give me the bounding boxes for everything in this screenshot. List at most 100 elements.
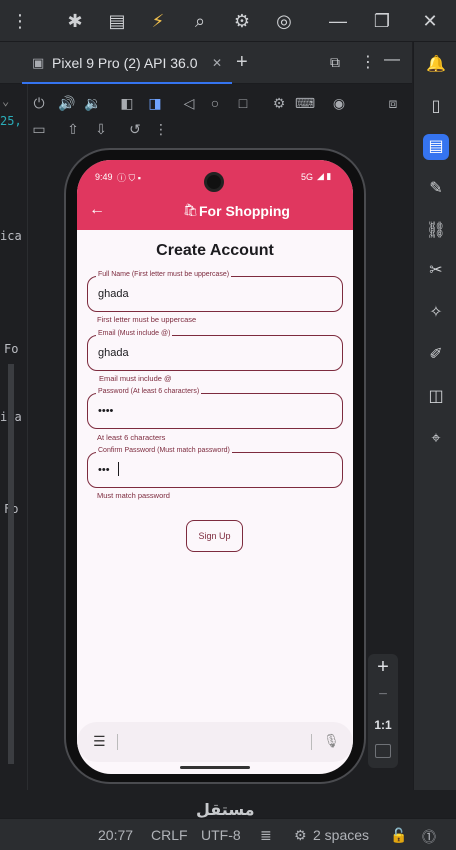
device-icon: ▣ — [32, 55, 45, 70]
zoom-out-button[interactable]: − — [368, 686, 398, 704]
keyboard-menu-icon[interactable]: ☰ — [93, 733, 106, 750]
notifications-icon[interactable]: 🔔 — [423, 52, 449, 78]
overview-icon[interactable]: □ — [232, 92, 254, 114]
mic-icon[interactable]: 🎙 — [323, 733, 340, 749]
zoom-controls: + − 1:1 — [368, 654, 398, 768]
upload-icon[interactable]: ⇧ — [62, 118, 84, 140]
back-arrow-icon[interactable]: ← — [89, 201, 105, 219]
indent-icon: ⚙ — [294, 827, 307, 843]
puzzle-icon[interactable]: ✧ — [423, 300, 449, 326]
battery-icon: ◢ ▮ — [317, 171, 332, 181]
fit-screen-icon[interactable] — [375, 744, 391, 758]
hide-panel-icon[interactable]: — — [384, 51, 400, 69]
device-settings-icon[interactable]: ⚙ — [268, 92, 290, 114]
lock-icon[interactable]: 🔓 — [390, 827, 407, 844]
zoom-in-button[interactable]: + — [368, 656, 398, 679]
lightning-icon[interactable]: ⚡ — [146, 9, 170, 33]
record-icon[interactable]: ▭ — [28, 118, 50, 140]
sign-up-button[interactable]: Sign Up — [186, 520, 243, 552]
tools-icon[interactable]: ✂ — [423, 258, 449, 284]
text-cursor — [118, 462, 119, 476]
more-options-icon[interactable]: ⋮ — [150, 118, 172, 140]
ide-title-bar: ⋮ ✱ ▤ ⚡ ⌕ ⚙ ◎ — ❐ ✕ — [0, 0, 456, 42]
home-indicator[interactable] — [180, 766, 250, 769]
page-title: Create Account — [156, 242, 274, 259]
back-icon[interactable]: ◁ — [178, 92, 200, 114]
device-manager-icon[interactable]: ▯ — [423, 94, 449, 120]
field-label: Password (At least 6 characters) — [96, 388, 202, 395]
tab-device[interactable]: ▣ Pixel 9 Pro (2) API 36.0 ✕ — [22, 42, 232, 84]
volume-down-icon[interactable]: 🔉 — [82, 92, 104, 114]
links-icon[interactable]: ⛓ — [423, 218, 449, 244]
layout-inspector-icon[interactable]: ⌖ — [423, 426, 449, 452]
format-icon[interactable]: ≣ — [260, 827, 272, 844]
file-edit-icon[interactable]: ▤ — [105, 9, 129, 33]
brush-icon[interactable]: ✐ — [423, 342, 449, 368]
restore-icon[interactable]: ❐ — [370, 9, 394, 33]
keyboard-suggestion-bar: ☰ 🎙 — [77, 722, 353, 762]
line-separator[interactable]: CRLF — [151, 827, 188, 843]
problems-icon[interactable]: ⓵ — [422, 827, 436, 847]
history-icon[interactable]: ↺ — [124, 118, 146, 140]
editor-scrollbar[interactable] — [8, 364, 14, 764]
minimize-icon[interactable]: — — [326, 9, 350, 33]
status-network: 5G — [301, 172, 314, 182]
add-tab-icon[interactable]: + — [236, 51, 248, 74]
rotate-left-icon[interactable]: ◧ — [116, 92, 138, 114]
external-window-icon[interactable]: ⧉ — [330, 54, 340, 71]
field-helper: First letter must be uppercase — [97, 315, 197, 324]
code-editor-strip: ⌄ 25, ica Fo ica Fo — [0, 84, 28, 790]
rotate-right-icon[interactable]: ◨ — [144, 92, 166, 114]
field-value: ghada — [98, 288, 129, 300]
indent-setting[interactable]: 2 spaces — [313, 827, 369, 843]
phone-screen: 9:49 ⓘ ⛉ ▪ 5G ◢ ▮ ← 🛍 For Shopping Creat… — [77, 160, 353, 774]
status-icons: ⓘ ⛉ ▪ — [117, 173, 141, 183]
front-camera — [204, 172, 224, 192]
field-label: Confirm Password (Must match password) — [96, 447, 232, 454]
app-bar: ← 🛍 For Shopping — [77, 192, 353, 230]
search-icon[interactable]: ⌕ — [188, 9, 212, 33]
field-value: ghada — [98, 347, 129, 359]
inspect-icon[interactable]: ⧈ — [382, 92, 404, 114]
gear-icon[interactable]: ⚙ — [230, 9, 254, 33]
field-label: Email (Must include @) — [96, 330, 173, 337]
app-title: For Shopping — [199, 203, 290, 219]
device-tab-bar: ▣ Pixel 9 Pro (2) API 36.0 ✕ + ⧉ ⋮ — — [0, 42, 412, 84]
field-helper: At least 6 characters — [97, 433, 166, 442]
field-helper: Email must include @ — [99, 374, 172, 383]
close-window-icon[interactable]: ✕ — [418, 9, 442, 33]
field-value: •••• — [98, 405, 114, 417]
account-icon[interactable]: ◎ — [272, 9, 296, 33]
preview-icon[interactable]: ◫ — [423, 384, 449, 410]
field-value: ••• — [98, 464, 110, 476]
tab-close-icon[interactable]: ✕ — [212, 42, 222, 84]
ide-status-bar: 20:77 CRLF UTF-8 ≣ ⚙ 2 spaces 🔓 ⓵ — [0, 818, 456, 850]
assistant-icon[interactable]: ✎ — [423, 176, 449, 202]
divider — [311, 734, 312, 750]
camera-icon[interactable]: ◉ — [328, 92, 350, 114]
full-name-field[interactable]: Full Name (First letter must be uppercas… — [87, 271, 343, 312]
emulator-toolbar: ⏻ 🔊 🔉 ◧ ◨ ◁ ○ □ ⚙ ⌨ ◉ ⧈ ▭ ⇧ ⇩ ↺ ⋮ — [28, 84, 412, 146]
volume-up-icon[interactable]: 🔊 — [56, 92, 78, 114]
email-field[interactable]: Email (Must include @) ghada — [87, 330, 343, 371]
running-devices-icon[interactable]: ▤ — [423, 134, 449, 160]
code-chevron-icon: ⌄ — [2, 94, 10, 108]
cursor-position[interactable]: 20:77 — [98, 827, 133, 843]
download-icon[interactable]: ⇩ — [90, 118, 112, 140]
code-fragment: 25, — [0, 114, 22, 128]
device-tab-label: Pixel 9 Pro (2) API 36.0 — [52, 55, 198, 71]
more-menu-icon[interactable]: ⋮ — [8, 9, 32, 33]
confirm-password-field[interactable]: Confirm Password (Must match password) •… — [87, 447, 343, 488]
password-field[interactable]: Password (At least 6 characters) •••• — [87, 388, 343, 429]
code-fragment: Fo — [4, 342, 19, 356]
keyboard-icon[interactable]: ⌨ — [294, 92, 316, 114]
options-icon[interactable]: ⋮ — [360, 52, 376, 72]
zoom-actual-size[interactable]: 1:1 — [368, 718, 398, 732]
divider — [117, 734, 118, 750]
home-icon[interactable]: ○ — [204, 92, 226, 114]
power-icon[interactable]: ⏻ — [28, 92, 50, 114]
file-encoding[interactable]: UTF-8 — [201, 827, 241, 843]
right-tool-rail: 🔔 ▯ ▤ ✎ ⛓ ✂ ✧ ✐ ◫ ⌖ — [413, 42, 456, 790]
shopping-bag-icon: 🛍 — [183, 203, 199, 217]
debug-icon[interactable]: ✱ — [63, 9, 87, 33]
